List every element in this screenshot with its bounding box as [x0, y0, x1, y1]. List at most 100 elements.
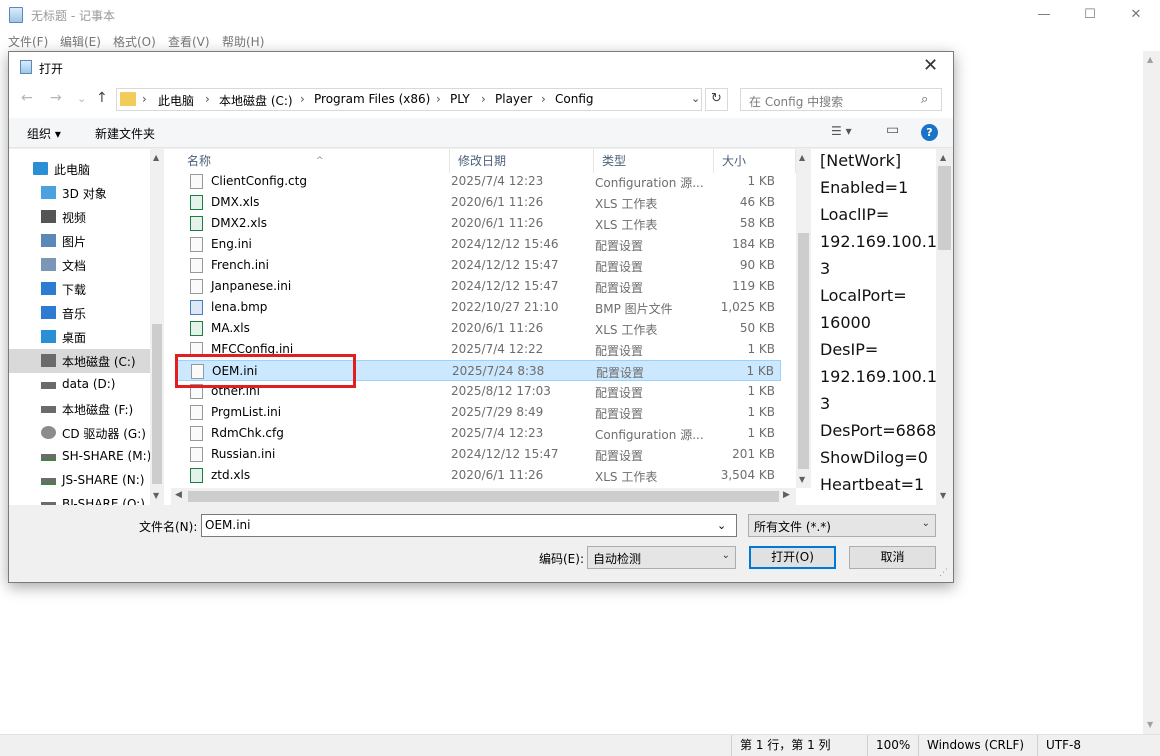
encoding-select[interactable]: 自动检测 ⌄ [587, 546, 736, 569]
folder-icon [120, 92, 136, 106]
breadcrumb-separator: › [142, 92, 147, 106]
change-view-icon[interactable]: ☰ ▾ [831, 124, 852, 138]
file-row[interactable]: Janpanese.ini 2024/12/12 15:47 配置设置 119 KB [176, 276, 781, 297]
scroll-up-arrow-icon[interactable]: ▲ [1147, 55, 1153, 64]
file-row[interactable]: lena.bmp 2022/10/27 21:10 BMP 图片文件 1,025 KB [176, 297, 781, 318]
nav-item-3d-objects[interactable]: 3D 对象 [9, 181, 150, 205]
recent-locations-chevron-icon[interactable]: ⌄ [77, 92, 86, 105]
close-window-button[interactable]: ✕ [1113, 0, 1159, 30]
file-type: 配置设置 [596, 366, 645, 380]
nav-item-desktop[interactable]: 桌面 [9, 325, 150, 349]
file-list-vertical-scrollbar[interactable]: ▲ ▼ [796, 149, 811, 488]
nav-item-this-pc[interactable]: 此电脑 [9, 157, 150, 181]
breadcrumb-separator[interactable]: › [300, 92, 305, 106]
menu-format[interactable]: 格式(O) [113, 33, 156, 50]
file-row[interactable]: Eng.ini 2024/12/12 15:46 配置设置 184 KB [176, 234, 781, 255]
column-header-name[interactable]: 名称 ^ [179, 149, 450, 173]
breadcrumb-separator[interactable]: › [205, 92, 210, 106]
file-row[interactable]: Russian.ini 2024/12/12 15:47 配置设置 201 KB [176, 444, 781, 465]
file-row[interactable]: PrgmList.ini 2025/7/29 8:49 配置设置 1 KB [176, 402, 781, 423]
help-icon[interactable]: ? [921, 124, 938, 141]
breadcrumb-drive-c[interactable]: 本地磁盘 (C:) [219, 92, 293, 109]
nav-item-pictures[interactable]: 图片 [9, 229, 150, 253]
back-arrow-icon[interactable]: ← [21, 90, 33, 106]
new-folder-button[interactable]: 新建文件夹 [95, 125, 155, 142]
file-list-horizontal-scrollbar[interactable]: ◀ ▶ [171, 488, 796, 505]
scrollbar-thumb[interactable] [798, 233, 809, 469]
column-header-type[interactable]: 类型 [594, 149, 714, 173]
search-icon[interactable]: ⌕ [921, 92, 928, 107]
breadcrumb-separator[interactable]: › [481, 92, 486, 106]
column-header-size[interactable]: 大小 [714, 149, 796, 173]
file-size: 1 KB [747, 342, 775, 356]
filename-input[interactable]: OEM.ini ⌄ [201, 514, 737, 537]
scroll-left-arrow-icon[interactable]: ◀ [175, 490, 182, 500]
cancel-button[interactable]: 取消 [849, 546, 936, 569]
preview-pane-icon[interactable]: ▭ [886, 122, 899, 138]
minimize-button[interactable]: — [1021, 0, 1067, 30]
nav-item-downloads[interactable]: 下载 [9, 277, 150, 301]
file-type: XLS 工作表 [595, 218, 658, 232]
breadcrumb-this-pc[interactable]: 此电脑 [158, 92, 194, 109]
scroll-down-arrow-icon[interactable]: ▼ [153, 491, 159, 500]
navigation-pane-scrollbar[interactable]: ▲ ▼ [150, 149, 164, 505]
refresh-button[interactable]: ↻ [705, 88, 728, 111]
breadcrumb-config[interactable]: Config [555, 92, 594, 106]
nav-item-drive-c[interactable]: 本地磁盘 (C:) [9, 349, 150, 373]
organize-menu-button[interactable]: 组织 ▾ [27, 125, 61, 142]
scrollbar-thumb[interactable] [938, 166, 951, 250]
file-row[interactable]: French.ini 2024/12/12 15:47 配置设置 90 KB [176, 255, 781, 276]
address-bar[interactable]: › 此电脑 › 本地磁盘 (C:) › Program Files (x86) … [116, 88, 702, 111]
scroll-down-arrow-icon[interactable]: ▼ [940, 491, 946, 500]
preview-pane-scrollbar[interactable]: ▲ ▼ [936, 149, 953, 505]
nav-item-bj-share[interactable]: BJ-SHARE (O:) [9, 493, 150, 505]
up-folder-arrow-icon[interactable]: ↑ [96, 90, 108, 106]
search-input[interactable]: 在 Config 中搜索 ⌕ [740, 88, 942, 111]
menu-edit[interactable]: 编辑(E) [60, 33, 101, 50]
file-type-select[interactable]: 所有文件 (*.*) ⌄ [748, 514, 936, 537]
file-row[interactable]: ztd.xls 2020/6/1 11:26 XLS 工作表 3,504 KB [176, 465, 781, 486]
menu-file[interactable]: 文件(F) [8, 33, 48, 50]
file-row[interactable]: ClientConfig.ctg 2025/7/4 12:23 Configurat… [176, 171, 781, 192]
dialog-content-area: 此电脑 3D 对象 视频 图片 文档 下载 音乐 桌面 本地磁盘 (C:) da… [9, 149, 953, 505]
scroll-up-arrow-icon[interactable]: ▲ [153, 153, 159, 162]
address-dropdown-chevron-icon[interactable]: ⌄ [691, 92, 700, 105]
editor-vertical-scrollbar[interactable]: ▲ ▼ [1143, 51, 1160, 734]
forward-arrow-icon[interactable]: → [50, 90, 62, 106]
scroll-down-arrow-icon[interactable]: ▼ [799, 475, 805, 484]
scroll-up-arrow-icon[interactable]: ▲ [940, 153, 946, 162]
file-row[interactable]: MA.xls 2020/6/1 11:26 XLS 工作表 50 KB [176, 318, 781, 339]
nav-item-drive-f[interactable]: 本地磁盘 (F:) [9, 397, 150, 421]
nav-item-drive-d[interactable]: data (D:) [9, 373, 150, 397]
scroll-down-arrow-icon[interactable]: ▼ [1147, 720, 1153, 729]
nav-item-documents[interactable]: 文档 [9, 253, 150, 277]
breadcrumb-separator[interactable]: › [436, 92, 441, 106]
scrollbar-thumb[interactable] [188, 491, 779, 502]
menu-view[interactable]: 查看(V) [168, 33, 210, 50]
nav-item-music[interactable]: 音乐 [9, 301, 150, 325]
breadcrumb-separator[interactable]: › [541, 92, 546, 106]
filename-value: OEM.ini [205, 518, 251, 532]
resize-grip-icon[interactable]: ⋰ [939, 568, 948, 578]
file-row[interactable]: RdmChk.cfg 2025/7/4 12:23 Configuration 源.… [176, 423, 781, 444]
breadcrumb-ply[interactable]: PLY [450, 92, 470, 106]
scroll-up-arrow-icon[interactable]: ▲ [799, 153, 805, 162]
nav-item-js-share[interactable]: JS-SHARE (N:) [9, 469, 150, 493]
breadcrumb-player[interactable]: Player [495, 92, 532, 106]
file-date: 2025/7/4 12:23 [451, 174, 544, 188]
file-row[interactable]: DMX2.xls 2020/6/1 11:26 XLS 工作表 58 KB [176, 213, 781, 234]
file-date: 2024/12/12 15:47 [451, 258, 559, 272]
scrollbar-thumb[interactable] [152, 324, 162, 484]
menu-help[interactable]: 帮助(H) [222, 33, 264, 50]
breadcrumb-program-files[interactable]: Program Files (x86) [314, 92, 430, 106]
dialog-close-button[interactable]: ✕ [923, 55, 938, 76]
nav-item-cd-drive[interactable]: CD 驱动器 (G:) [9, 421, 150, 445]
maximize-button[interactable]: ☐ [1067, 0, 1113, 30]
file-row[interactable]: DMX.xls 2020/6/1 11:26 XLS 工作表 46 KB [176, 192, 781, 213]
nav-item-videos[interactable]: 视频 [9, 205, 150, 229]
filename-dropdown-chevron-icon[interactable]: ⌄ [717, 519, 726, 532]
nav-item-sh-share[interactable]: SH-SHARE (M:) [9, 445, 151, 469]
scroll-right-arrow-icon[interactable]: ▶ [783, 490, 790, 500]
open-button[interactable]: 打开(O) [749, 546, 836, 569]
column-header-date[interactable]: 修改日期 [450, 149, 594, 173]
